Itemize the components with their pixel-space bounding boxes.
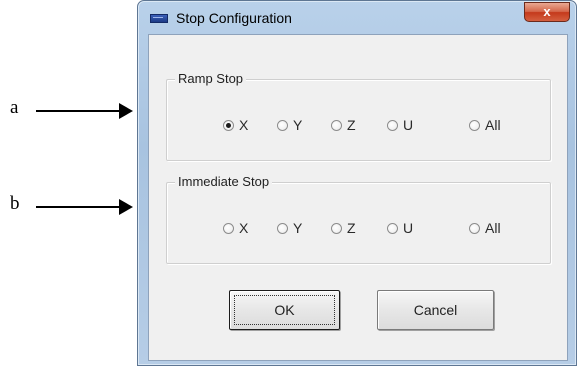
immediate-stop-group: Immediate Stop X Y Z U All	[166, 174, 551, 264]
radio-circle-icon	[331, 222, 342, 234]
radio-circle-icon	[331, 119, 342, 131]
ramp-stop-group: Ramp Stop X Y Z U All	[166, 71, 551, 161]
radio-label: Y	[293, 117, 303, 133]
immediate-stop-title: Immediate Stop	[175, 174, 273, 189]
radio-circle-icon	[469, 222, 480, 234]
callout-label-a: a	[10, 97, 19, 118]
radio-circle-icon	[277, 222, 288, 234]
radio-label: Y	[293, 220, 303, 236]
immediate-stop-radio-z[interactable]: Z	[331, 220, 356, 236]
ramp-stop-radio-all[interactable]: All	[469, 117, 501, 133]
radio-circle-icon	[469, 119, 480, 131]
ramp-stop-radio-y[interactable]: Y	[277, 117, 302, 133]
callout-label-b: b	[10, 193, 20, 214]
immediate-stop-radio-x[interactable]: X	[223, 220, 248, 236]
ok-button-label: OK	[274, 302, 295, 318]
close-icon: x	[543, 4, 551, 19]
ramp-stop-radio-z[interactable]: Z	[331, 117, 356, 133]
radio-circle-icon	[223, 222, 234, 234]
callout-arrow-b	[36, 199, 133, 215]
stop-configuration-window: Stop Configuration x Ramp Stop X Y Z U A…	[137, 0, 577, 366]
radio-circle-icon	[277, 119, 288, 131]
ok-button[interactable]: OK	[229, 290, 340, 330]
cancel-button-label: Cancel	[413, 302, 458, 318]
radio-label: U	[403, 117, 414, 133]
close-button[interactable]: x	[524, 2, 570, 22]
app-icon	[150, 14, 168, 23]
cancel-button[interactable]: Cancel	[377, 290, 494, 330]
radio-label: All	[485, 220, 501, 236]
ramp-stop-title: Ramp Stop	[175, 71, 247, 86]
title-bar[interactable]: Stop Configuration x	[138, 1, 576, 33]
ramp-stop-radio-x[interactable]: X	[223, 117, 248, 133]
radio-label: Z	[347, 220, 356, 236]
callout-arrow-a	[36, 103, 133, 119]
radio-circle-icon	[387, 222, 398, 234]
radio-label: All	[485, 117, 501, 133]
radio-label: X	[239, 220, 249, 236]
window-title: Stop Configuration	[176, 10, 292, 26]
dialog-client-area: Ramp Stop X Y Z U All Immediate Stop X Y…	[148, 34, 568, 361]
radio-label: X	[239, 117, 249, 133]
immediate-stop-radio-y[interactable]: Y	[277, 220, 302, 236]
immediate-stop-radio-all[interactable]: All	[469, 220, 501, 236]
radio-circle-icon	[223, 119, 234, 131]
radio-label: U	[403, 220, 414, 236]
radio-circle-icon	[387, 119, 398, 131]
immediate-stop-radio-u[interactable]: U	[387, 220, 413, 236]
radio-label: Z	[347, 117, 356, 133]
ramp-stop-radio-u[interactable]: U	[387, 117, 413, 133]
